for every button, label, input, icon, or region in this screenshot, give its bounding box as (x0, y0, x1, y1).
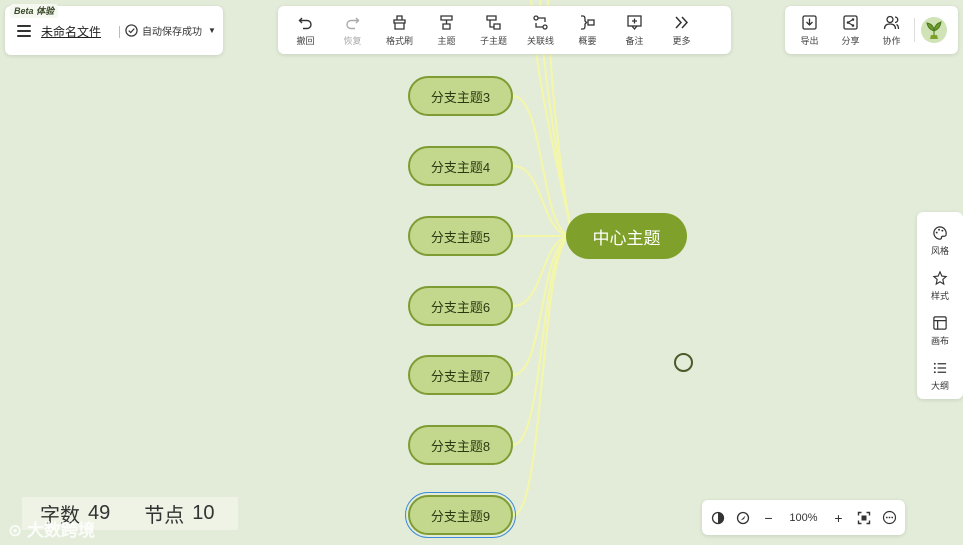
summary-icon (581, 14, 595, 30)
center-topic-label: 中心主题 (592, 228, 661, 248)
branch-topic-node[interactable]: 分支主题3 (408, 76, 513, 116)
side-panel-label: 风格 (930, 245, 949, 256)
connector-line (512, 235, 573, 446)
beta-badge: Beta 体验 (10, 4, 59, 18)
toolbar-label: 导出 (800, 35, 819, 46)
branch-topic-node[interactable]: 分支主题7 (408, 355, 513, 395)
zoom-out-button[interactable]: − (761, 510, 776, 526)
relation-line-icon (533, 14, 548, 30)
side-outline-button[interactable]: 大纲 (917, 353, 963, 398)
collaborate-button[interactable]: 协作 (871, 8, 912, 52)
branch-topic-node[interactable]: 分支主题8 (408, 425, 513, 465)
redo-button[interactable]: 恢复 (329, 8, 376, 52)
zoom-in-button[interactable]: + (831, 510, 846, 526)
toolbar-label: 分享 (841, 35, 860, 46)
zoom-level: 100% (789, 511, 818, 524)
format-brush-icon (393, 14, 406, 30)
watermark: ⊙ 大数跨境 (8, 516, 95, 541)
topic-icon (440, 14, 453, 30)
palette-icon (933, 225, 947, 240)
file-name[interactable]: 未命名文件 (41, 23, 101, 40)
branch-topic-label: 分支主题3 (430, 89, 491, 105)
zoom-controls: − 100% + (702, 500, 905, 535)
mouse-cursor-indicator (674, 353, 693, 372)
topic-button[interactable]: 主题 (423, 8, 470, 52)
branch-topic-label: 分支主题7 (430, 368, 491, 384)
file-panel: Beta 体验 未命名文件 自动保存成功 ▼ (5, 4, 223, 55)
plant-avatar-icon (926, 21, 942, 39)
side-panel-label: 画布 (930, 335, 949, 346)
side-style-button[interactable]: 样式 (917, 263, 963, 308)
undo-icon (298, 17, 312, 29)
side-panel-label: 样式 (930, 290, 949, 301)
mindmap-canvas[interactable]: 中心主题 分支主题3 分支主题4 分支主题5 分支主题6 分支主题7 分支主题8 分支主题9 (0, 0, 963, 545)
side-panel-label: 大纲 (930, 380, 949, 391)
branch-topic-node[interactable]: 分支主题4 (408, 146, 513, 186)
relation-line-button[interactable]: 关联线 (517, 8, 564, 52)
watermark-text: 大数跨境 (26, 521, 95, 540)
style-icon (932, 269, 948, 285)
side-palette-button[interactable]: 风格 (917, 218, 963, 263)
subtopic-button[interactable]: 子主题 (470, 8, 517, 52)
note-button[interactable]: 备注 (611, 8, 658, 52)
more-button[interactable]: 更多 (658, 8, 705, 52)
caret-down-icon: ▼ (208, 26, 216, 35)
undo-button[interactable]: 撤回 (282, 8, 329, 52)
share-icon (843, 14, 858, 30)
toolbar-label: 恢复 (343, 35, 362, 46)
side-canvas-button[interactable]: 画布 (917, 308, 963, 353)
theme-toggle-icon[interactable] (710, 510, 725, 526)
connector-line (512, 235, 573, 516)
node-count-label: 节点 (144, 505, 185, 527)
toolbar-label: 协作 (882, 35, 901, 46)
toolbar-label: 备注 (625, 35, 644, 46)
branch-topic-node[interactable]: 分支主题5 (408, 216, 513, 256)
toolbar-label: 撤回 (296, 35, 315, 46)
toolbar-label: 格式刷 (385, 35, 413, 46)
save-status-dropdown[interactable]: 自动保存成功 ▼ (125, 23, 216, 38)
connector-line (512, 95, 573, 237)
toolbar-label: 主题 (437, 35, 456, 46)
toolbar-label: 概要 (578, 35, 597, 46)
format-brush-button[interactable]: 格式刷 (376, 8, 423, 52)
branch-topic-label: 分支主题8 (430, 438, 491, 454)
toolbar-label: 关联线 (526, 35, 554, 46)
branch-topic-label: 分支主题4 (430, 159, 491, 175)
divider (119, 26, 120, 38)
toolbar-label: 更多 (672, 35, 691, 46)
hamburger-menu-icon[interactable] (17, 25, 31, 37)
share-button[interactable]: 分享 (830, 8, 871, 52)
summary-button[interactable]: 概要 (564, 8, 611, 52)
check-circle-icon (125, 24, 138, 37)
canvas-icon (933, 315, 947, 330)
watermark-logo-icon: ⊙ (8, 521, 27, 540)
export-button[interactable]: 导出 (789, 8, 830, 52)
side-panel: 风格 样式 画布 大纲 (917, 212, 963, 399)
fit-screen-icon[interactable] (856, 510, 871, 526)
node-count-value: 10 (192, 502, 215, 524)
branch-topic-label: 分支主题9 (430, 508, 491, 524)
connector-line (512, 235, 573, 376)
branch-topic-node[interactable]: 分支主题6 (408, 286, 513, 326)
more-options-icon[interactable] (882, 510, 897, 526)
more-icon (675, 15, 689, 29)
main-toolbar: 撤回 恢复 格式刷 主题 子主题 关联线 概要 备注 更多 (278, 6, 731, 54)
subtopic-icon (486, 14, 501, 30)
branch-topic-label: 分支主题5 (430, 229, 491, 245)
divider (914, 18, 915, 42)
note-icon (627, 14, 642, 30)
redo-icon (346, 17, 360, 29)
export-icon (802, 14, 817, 30)
collaborate-icon (883, 15, 900, 29)
top-right-toolbar: 导出 分享 协作 (785, 6, 958, 54)
outline-icon (933, 362, 947, 373)
toolbar-label: 子主题 (479, 35, 507, 46)
center-topic-node[interactable]: 中心主题 (566, 213, 687, 259)
branch-topic-label: 分支主题6 (430, 299, 491, 315)
save-status-label: 自动保存成功 (142, 27, 202, 38)
branch-topic-node[interactable]: 分支主题9 (405, 492, 516, 538)
locate-icon[interactable] (735, 510, 750, 526)
user-avatar[interactable] (921, 17, 947, 43)
